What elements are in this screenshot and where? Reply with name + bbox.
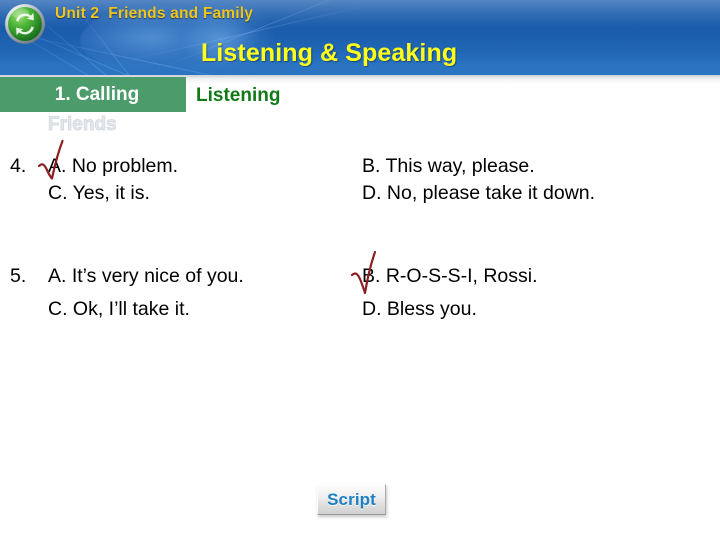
question-5-option-a[interactable]: A. It’s very nice of you. bbox=[48, 265, 244, 288]
question-block-5: 5. A. It’s very nice of you. B. R-O-S-S-… bbox=[0, 265, 720, 335]
tab-label: 1. Calling bbox=[54, 83, 140, 105]
unit-title: Unit 2 Friends and Family bbox=[55, 5, 254, 22]
question-4-option-b[interactable]: B. This way, please. bbox=[362, 155, 535, 178]
question-5-option-b[interactable]: B. R-O-S-S-I, Rossi. bbox=[362, 265, 538, 288]
question-5-option-c[interactable]: C. Ok, I’ll take it. bbox=[48, 298, 190, 321]
question-number: 4. bbox=[10, 155, 27, 177]
tab-ghost-label: Friends bbox=[48, 114, 117, 136]
question-4-option-c[interactable]: C. Yes, it is. bbox=[48, 182, 150, 205]
question-4-option-a[interactable]: A. No problem. bbox=[48, 155, 178, 178]
script-button[interactable]: Script bbox=[317, 484, 386, 515]
green-recycle-circle-icon bbox=[4, 3, 46, 45]
slide-canvas: Unit 2 Friends and Family Listening & Sp… bbox=[0, 0, 720, 540]
section-heading-listening: Listening bbox=[196, 85, 281, 106]
sidebar-item-calling-friends[interactable]: 1. Calling bbox=[0, 77, 186, 112]
question-block-4: 4. A. No problem. B. This way, please. C… bbox=[0, 155, 720, 225]
question-4-option-d[interactable]: D. No, please take it down. bbox=[362, 182, 595, 205]
script-button-label: Script bbox=[327, 489, 376, 509]
question-number: 5. bbox=[10, 265, 27, 287]
page-title: Listening & Speaking bbox=[201, 39, 458, 67]
question-5-option-d[interactable]: D. Bless you. bbox=[362, 298, 477, 321]
